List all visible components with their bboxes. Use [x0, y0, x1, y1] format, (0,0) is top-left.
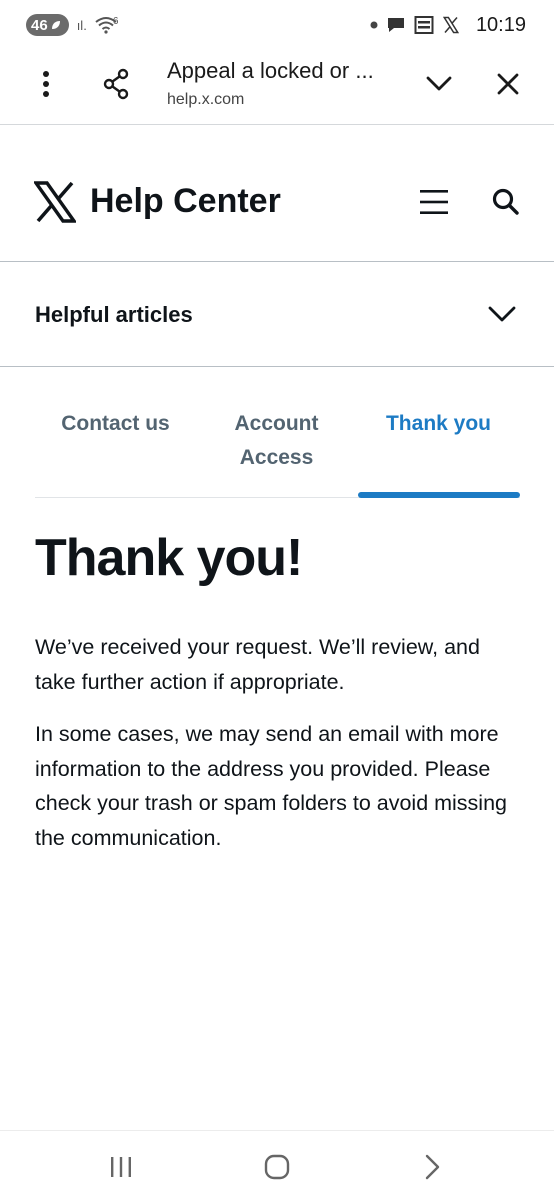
tab-account-access-label-line2: Access [239, 446, 314, 469]
tab-url[interactable]: help.x.com [167, 91, 244, 109]
wifi-icon: 6 [95, 15, 119, 34]
helpful-articles-dropdown[interactable]: Helpful articles [0, 262, 554, 367]
signal-icon: ıl. [76, 17, 87, 33]
leaf-icon [51, 21, 60, 29]
tab-account-access[interactable]: Account Access [196, 407, 357, 475]
chat-bubble-icon [387, 18, 404, 32]
search-icon[interactable] [490, 186, 522, 218]
helpful-articles-label: Helpful articles [35, 302, 193, 327]
site-header: Help Center [0, 126, 554, 262]
site-title[interactable]: Help Center [90, 182, 281, 221]
back-icon[interactable] [415, 1151, 449, 1183]
close-icon[interactable] [491, 68, 525, 100]
notification-dot-icon [370, 21, 378, 29]
status-left: 46 ıl. 6 [26, 14, 118, 36]
page-heading: Thank you! [35, 529, 303, 587]
tab-page-title[interactable]: Appeal a locked or ... [167, 58, 374, 84]
more-vert-icon[interactable] [30, 66, 62, 102]
tab-thank-you-label: Thank you [385, 412, 491, 435]
hamburger-menu-icon[interactable] [418, 188, 450, 216]
network-badge: 46 [26, 14, 69, 36]
tab-account-access-label-line1: Account [234, 412, 319, 435]
x-logo-icon[interactable] [34, 181, 76, 223]
recent-apps-icon[interactable] [104, 1151, 138, 1183]
email-info-paragraph: In some cases, we may send an email with… [35, 722, 508, 850]
home-icon[interactable] [260, 1151, 294, 1183]
tab-contact-us[interactable]: Contact us [35, 407, 196, 441]
active-tab-indicator [358, 492, 520, 498]
wifi-label: 6 [112, 15, 119, 27]
tab-contact-us-label: Contact us [61, 412, 170, 435]
screen: 46 ıl. 6 10:19 Appeal a locked or ... he… [0, 0, 554, 1200]
status-right: 10:19 [370, 14, 526, 37]
message-icon [414, 16, 434, 34]
system-nav-bar [0, 1130, 554, 1200]
confirmation-paragraph: We’ve received your request. We’ll revie… [35, 635, 480, 694]
browser-toolbar: Appeal a locked or ... help.x.com [0, 50, 554, 125]
tab-thank-you[interactable]: Thank you [358, 407, 519, 441]
step-tabs: Contact us Account Access Thank you [35, 407, 520, 498]
share-icon[interactable] [98, 66, 134, 102]
chevron-down-icon[interactable] [422, 70, 456, 98]
status-bar: 46 ıl. 6 10:19 [0, 0, 554, 50]
network-badge-label: 46 [31, 16, 48, 34]
x-logo-icon [442, 16, 460, 34]
status-time: 10:19 [475, 13, 526, 36]
chevron-down-icon[interactable] [487, 302, 517, 326]
